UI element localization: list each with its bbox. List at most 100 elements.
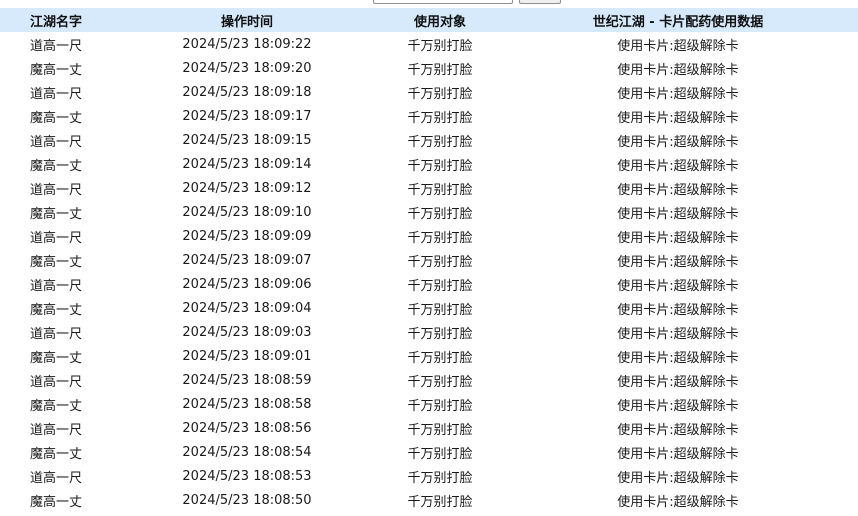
page: 江湖名字 操作时间 使用对象 世纪江湖 - 卡片配药使用数据 道高一尺 2024/…	[0, 0, 858, 516]
search-bar	[0, 0, 858, 6]
cell-name: 魔高一丈	[29, 398, 82, 414]
cell-time: 2024/5/23 18:09:15	[182, 132, 312, 148]
cell-time: 2024/5/23 18:08:54	[182, 444, 312, 460]
search-button[interactable]	[519, 0, 561, 4]
table-row: 道高一尺 2024/5/23 18:08:53 千万别打脸 使用卡片:超级解除卡	[0, 464, 858, 488]
cell-target: 千万别打脸	[407, 446, 473, 462]
cell-time: 2024/5/23 18:09:04	[182, 300, 312, 316]
header-title: 世纪江湖 - 卡片配药使用数据	[592, 14, 764, 30]
cell-card: 使用卡片:超级解除卡	[617, 446, 739, 462]
cell-target: 千万别打脸	[407, 230, 473, 246]
table-row: 道高一尺 2024/5/23 18:09:15 千万别打脸 使用卡片:超级解除卡	[0, 128, 858, 152]
cell-card: 使用卡片:超级解除卡	[617, 86, 739, 102]
header-target: 使用对象	[413, 14, 466, 30]
cell-target: 千万别打脸	[407, 206, 473, 222]
cell-card: 使用卡片:超级解除卡	[617, 182, 739, 198]
cell-card: 使用卡片:超级解除卡	[617, 134, 739, 150]
cell-card: 使用卡片:超级解除卡	[617, 38, 739, 54]
cell-time: 2024/5/23 18:09:09	[182, 228, 312, 244]
cell-time: 2024/5/23 18:08:59	[182, 372, 312, 388]
cell-card: 使用卡片:超级解除卡	[617, 158, 739, 174]
cell-time: 2024/5/23 18:09:12	[182, 180, 312, 196]
cell-time: 2024/5/23 18:09:07	[182, 252, 312, 268]
cell-name: 魔高一丈	[29, 446, 82, 462]
cell-time: 2024/5/23 18:08:53	[182, 468, 312, 484]
header-row: 江湖名字 操作时间 使用对象 世纪江湖 - 卡片配药使用数据	[0, 8, 858, 32]
cell-target: 千万别打脸	[407, 182, 473, 198]
table-row: 魔高一丈 2024/5/23 18:09:14 千万别打脸 使用卡片:超级解除卡	[0, 152, 858, 176]
cell-card: 使用卡片:超级解除卡	[617, 206, 739, 222]
table-row: 魔高一丈 2024/5/23 18:09:20 千万别打脸 使用卡片:超级解除卡	[0, 56, 858, 80]
table-row: 道高一尺 2024/5/23 18:09:09 千万别打脸 使用卡片:超级解除卡	[0, 224, 858, 248]
table-row: 魔高一丈 2024/5/23 18:09:01 千万别打脸 使用卡片:超级解除卡	[0, 344, 858, 368]
cell-target: 千万别打脸	[407, 350, 473, 366]
cell-name: 魔高一丈	[29, 206, 82, 222]
usage-log-table: 江湖名字 操作时间 使用对象 世纪江湖 - 卡片配药使用数据 道高一尺 2024/…	[0, 8, 858, 512]
cell-target: 千万别打脸	[407, 86, 473, 102]
table-row: 道高一尺 2024/5/23 18:09:06 千万别打脸 使用卡片:超级解除卡	[0, 272, 858, 296]
cell-time: 2024/5/23 18:09:10	[182, 204, 312, 220]
cell-card: 使用卡片:超级解除卡	[617, 470, 739, 486]
cell-card: 使用卡片:超级解除卡	[617, 110, 739, 126]
table-row: 魔高一丈 2024/5/23 18:09:17 千万别打脸 使用卡片:超级解除卡	[0, 104, 858, 128]
cell-target: 千万别打脸	[407, 374, 473, 390]
cell-target: 千万别打脸	[407, 278, 473, 294]
cell-name: 魔高一丈	[29, 350, 82, 366]
table-row: 道高一尺 2024/5/23 18:09:18 千万别打脸 使用卡片:超级解除卡	[0, 80, 858, 104]
cell-name: 道高一尺	[29, 230, 82, 246]
table-body: 道高一尺 2024/5/23 18:09:22 千万别打脸 使用卡片:超级解除卡 魔高一…	[0, 32, 858, 512]
cell-target: 千万别打脸	[407, 134, 473, 150]
cell-time: 2024/5/23 18:09:14	[182, 156, 312, 172]
table-row: 道高一尺 2024/5/23 18:08:59 千万别打脸 使用卡片:超级解除卡	[0, 368, 858, 392]
table-row: 道高一尺 2024/5/23 18:09:22 千万别打脸 使用卡片:超级解除卡	[0, 32, 858, 56]
cell-name: 魔高一丈	[29, 110, 82, 126]
cell-time: 2024/5/23 18:09:06	[182, 276, 312, 292]
cell-card: 使用卡片:超级解除卡	[617, 374, 739, 390]
cell-target: 千万别打脸	[407, 326, 473, 342]
cell-name: 魔高一丈	[29, 62, 82, 78]
cell-card: 使用卡片:超级解除卡	[617, 302, 739, 318]
cell-target: 千万别打脸	[407, 158, 473, 174]
cell-name: 魔高一丈	[29, 302, 82, 318]
search-input[interactable]	[373, 0, 513, 4]
table-row: 魔高一丈 2024/5/23 18:09:07 千万别打脸 使用卡片:超级解除卡	[0, 248, 858, 272]
cell-time: 2024/5/23 18:09:03	[182, 324, 312, 340]
cell-time: 2024/5/23 18:08:56	[182, 420, 312, 436]
cell-card: 使用卡片:超级解除卡	[617, 350, 739, 366]
table-row: 道高一尺 2024/5/23 18:09:12 千万别打脸 使用卡片:超级解除卡	[0, 176, 858, 200]
table-row: 魔高一丈 2024/5/23 18:08:50 千万别打脸 使用卡片:超级解除卡	[0, 488, 858, 512]
cell-target: 千万别打脸	[407, 494, 473, 510]
cell-target: 千万别打脸	[407, 398, 473, 414]
cell-card: 使用卡片:超级解除卡	[617, 326, 739, 342]
cell-name: 魔高一丈	[29, 494, 82, 510]
cell-card: 使用卡片:超级解除卡	[617, 494, 739, 510]
table-row: 魔高一丈 2024/5/23 18:08:58 千万别打脸 使用卡片:超级解除卡	[0, 392, 858, 416]
header-name: 江湖名字	[29, 14, 82, 30]
cell-target: 千万别打脸	[407, 470, 473, 486]
cell-time: 2024/5/23 18:09:01	[182, 348, 312, 364]
cell-time: 2024/5/23 18:09:17	[182, 108, 312, 124]
cell-time: 2024/5/23 18:09:22	[182, 36, 312, 52]
cell-target: 千万别打脸	[407, 254, 473, 270]
cell-card: 使用卡片:超级解除卡	[617, 254, 739, 270]
cell-name: 道高一尺	[29, 86, 82, 102]
cell-time: 2024/5/23 18:09:20	[182, 60, 312, 76]
cell-time: 2024/5/23 18:08:50	[182, 492, 312, 508]
cell-name: 道高一尺	[29, 470, 82, 486]
table-header: 江湖名字 操作时间 使用对象 世纪江湖 - 卡片配药使用数据	[0, 8, 858, 32]
cell-name: 道高一尺	[29, 278, 82, 294]
cell-name: 道高一尺	[29, 326, 82, 342]
cell-name: 道高一尺	[29, 134, 82, 150]
cell-card: 使用卡片:超级解除卡	[617, 278, 739, 294]
cell-target: 千万别打脸	[407, 38, 473, 54]
table-row: 魔高一丈 2024/5/23 18:09:10 千万别打脸 使用卡片:超级解除卡	[0, 200, 858, 224]
cell-name: 道高一尺	[29, 422, 82, 438]
cell-target: 千万别打脸	[407, 422, 473, 438]
cell-target: 千万别打脸	[407, 110, 473, 126]
cell-card: 使用卡片:超级解除卡	[617, 230, 739, 246]
table-row: 魔高一丈 2024/5/23 18:09:04 千万别打脸 使用卡片:超级解除卡	[0, 296, 858, 320]
header-time: 操作时间	[220, 14, 273, 30]
table-row: 道高一尺 2024/5/23 18:08:56 千万别打脸 使用卡片:超级解除卡	[0, 416, 858, 440]
cell-card: 使用卡片:超级解除卡	[617, 398, 739, 414]
cell-time: 2024/5/23 18:09:18	[182, 84, 312, 100]
